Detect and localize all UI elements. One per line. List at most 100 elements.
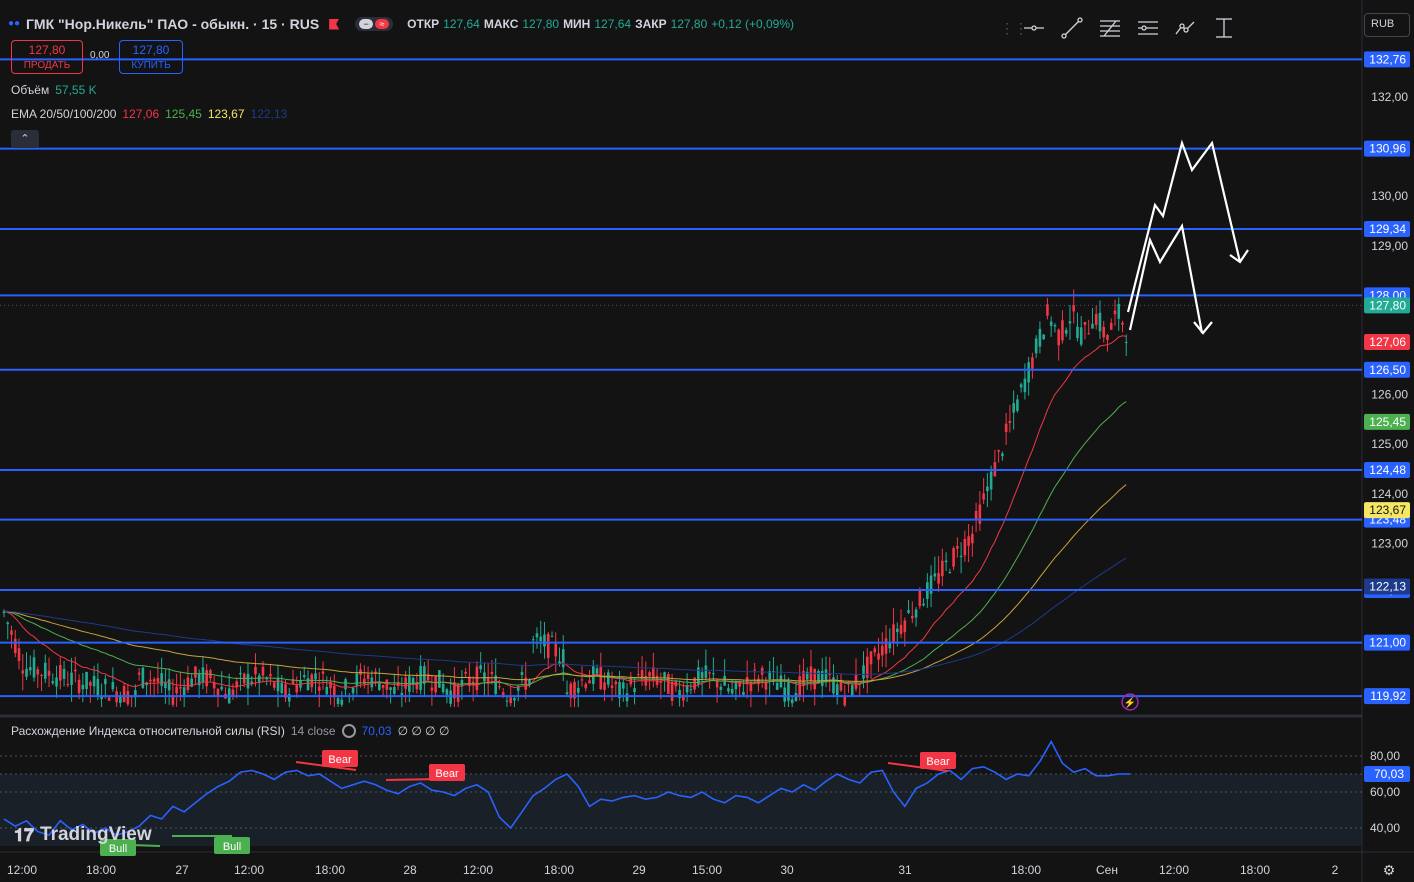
- sync-icon[interactable]: [341, 724, 356, 738]
- candle-body: [1053, 325, 1057, 327]
- candle-body: [366, 674, 370, 680]
- candle-body: [595, 668, 599, 674]
- candle-body: [1023, 378, 1027, 393]
- candle-body: [501, 692, 505, 695]
- trend-line-icon[interactable]: [1058, 14, 1086, 42]
- candle-body: [539, 636, 543, 641]
- price-chart[interactable]: 132,00 130,00 129,00 126,00 125,00 124,00 123,…: [0, 0, 1414, 882]
- candle-body: [479, 665, 482, 670]
- candle-body: [10, 630, 13, 635]
- ema-legend[interactable]: EMA 20/50/100/200 127,06 125,45 123,67 1…: [11, 107, 287, 121]
- candle-body: [1102, 326, 1106, 338]
- candle-body: [869, 651, 873, 665]
- parallel-channel-icon[interactable]: [1134, 14, 1162, 42]
- price-badge-label: 132,76: [1369, 52, 1406, 66]
- time-tick-label: Сен: [1096, 863, 1118, 877]
- rsi-tick-label: 40,00: [1370, 821, 1400, 835]
- symbol-title[interactable]: ГМК "Нор.Никель" ПАО - обыкн. · 15 · RUS: [26, 16, 319, 32]
- candle-body: [1042, 334, 1045, 340]
- drag-handle-icon[interactable]: ⋮⋮: [1000, 20, 1028, 37]
- candle-body: [903, 620, 907, 633]
- candle-body: [689, 689, 693, 691]
- rsi-legend[interactable]: Расхождение Индекса относительной силы (…: [11, 724, 449, 738]
- candle-body: [1016, 399, 1019, 411]
- candle-body: [974, 510, 978, 520]
- candle-body: [1113, 310, 1117, 315]
- candle-body: [550, 636, 554, 638]
- candle-body: [978, 504, 982, 524]
- candle-body: [400, 692, 404, 695]
- flag-icon[interactable]: [329, 18, 340, 30]
- candle-body: [884, 638, 888, 654]
- candle-body: [381, 684, 385, 688]
- candle-body: [622, 682, 625, 689]
- time-tick-label: 28: [403, 863, 417, 877]
- price-tick-label: 126,00: [1371, 388, 1408, 402]
- candle-body: [36, 669, 40, 675]
- candle-body: [62, 668, 66, 679]
- candle-body: [704, 665, 708, 678]
- candle-body: [122, 685, 126, 703]
- candle-body: [1034, 338, 1038, 354]
- candle-body: [239, 672, 242, 675]
- candle-body: [753, 669, 756, 671]
- candle-body: [1038, 328, 1042, 347]
- candle-body: [561, 649, 565, 668]
- buy-button[interactable]: 127,80 КУПИТЬ: [119, 40, 183, 74]
- candle-body: [655, 675, 659, 685]
- chart-background: [0, 0, 1414, 882]
- price-badge-label: 126,50: [1369, 363, 1406, 377]
- candle-body: [295, 684, 299, 693]
- candle-body: [1031, 357, 1034, 369]
- candle-body: [783, 687, 786, 702]
- volume-legend[interactable]: Объём 57,55 K: [11, 83, 97, 97]
- candle-body: [164, 682, 167, 689]
- price-tick-label: 125,00: [1371, 437, 1408, 451]
- mode-toggle[interactable]: − ≈: [355, 17, 394, 31]
- fib-retracement-icon[interactable]: [1096, 14, 1124, 42]
- candle-body: [107, 697, 111, 701]
- candle-body: [520, 672, 524, 675]
- candle-body: [637, 673, 640, 675]
- candle-body: [509, 697, 512, 704]
- candle-body: [490, 671, 494, 675]
- candle-body: [355, 673, 359, 686]
- price-range-icon[interactable]: [1210, 14, 1238, 42]
- candle-body: [231, 689, 235, 696]
- candle-body: [336, 698, 340, 704]
- horizontal-line-icon[interactable]: [1020, 14, 1048, 42]
- time-tick-label: 12:00: [463, 863, 493, 877]
- candle-body: [1057, 329, 1060, 346]
- settings-gear-icon[interactable]: ⚙: [1380, 862, 1398, 880]
- path-icon[interactable]: [1172, 14, 1200, 42]
- candle-body: [344, 679, 347, 690]
- candle-body: [32, 657, 36, 678]
- candle-body: [899, 624, 903, 634]
- candle-body: [625, 693, 629, 702]
- currency-selector[interactable]: RUB: [1364, 13, 1410, 37]
- price-tick-label: 130,00: [1371, 189, 1408, 203]
- candle-body: [280, 682, 284, 693]
- tradingview-logo[interactable]: 𝟏𝟕 TradingView: [14, 824, 152, 846]
- candle-body: [317, 686, 321, 691]
- candle-body: [419, 665, 422, 691]
- candle-body: [89, 682, 92, 686]
- time-tick-label: 12:00: [7, 863, 37, 877]
- candle-body: [584, 684, 588, 689]
- candle-body: [1012, 403, 1015, 413]
- candle-body: [663, 672, 666, 678]
- candle-body: [160, 673, 163, 686]
- candle-body: [438, 670, 441, 688]
- candle-body: [937, 573, 940, 584]
- candle-body: [787, 681, 790, 701]
- candle-body: [152, 679, 156, 682]
- divergence-label: Bull: [223, 841, 241, 853]
- candle-body: [111, 681, 115, 690]
- sell-button[interactable]: 127,80 ПРОДАТЬ: [11, 40, 83, 74]
- tradingview-mark-icon: 𝟏𝟕: [14, 824, 35, 845]
- collapse-legend-button[interactable]: ⌃: [11, 130, 39, 148]
- candle-body: [959, 555, 963, 558]
- price-tick-label: 132,00: [1371, 90, 1408, 104]
- divergence-label: Bear: [328, 754, 352, 766]
- candle-body: [314, 673, 317, 680]
